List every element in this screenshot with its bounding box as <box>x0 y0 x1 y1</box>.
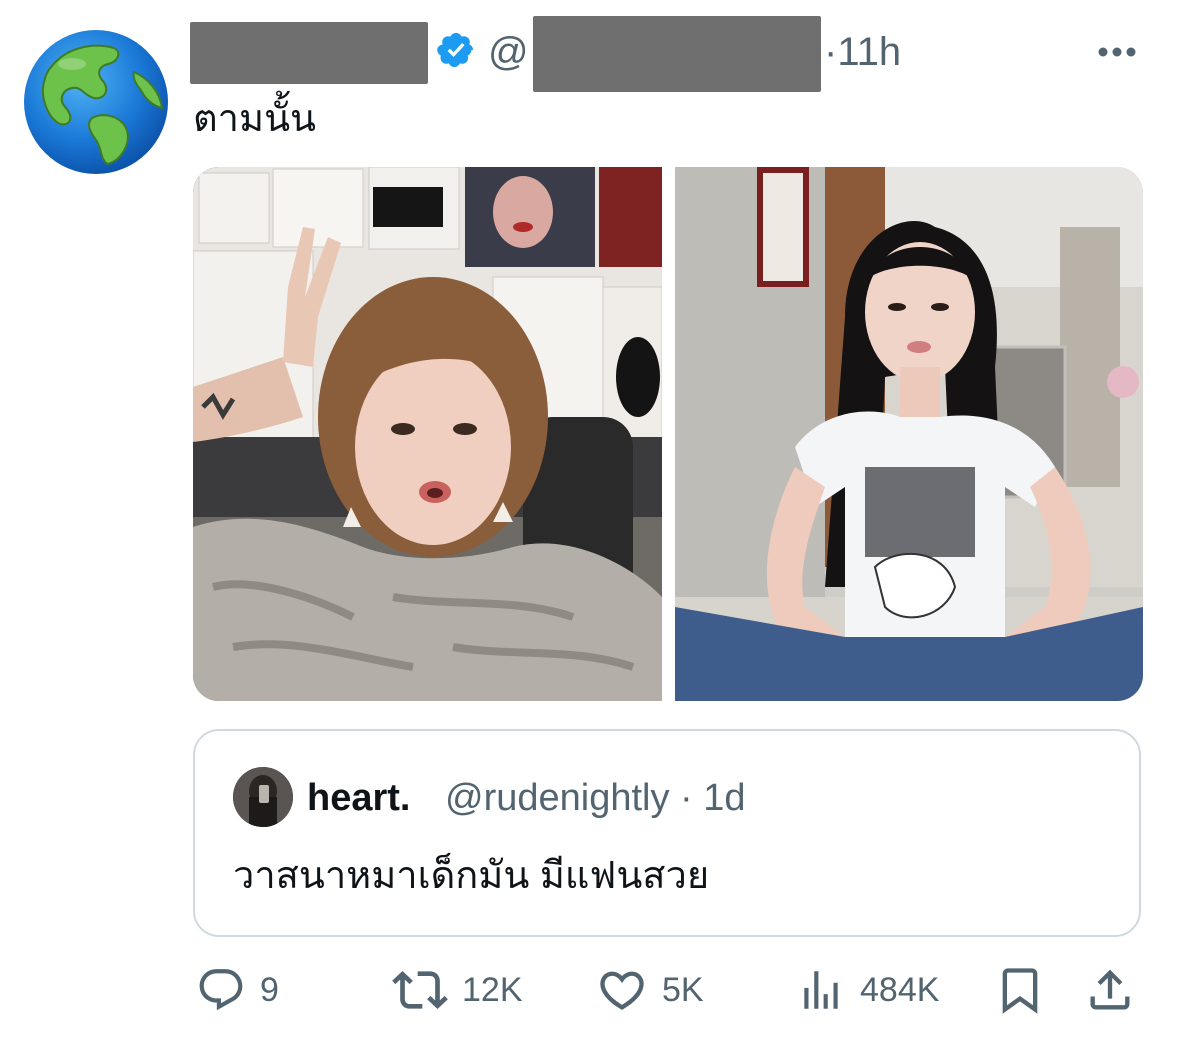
globe-icon <box>24 30 168 174</box>
like-button[interactable]: 5K <box>596 962 704 1018</box>
verified-badge-icon <box>436 30 476 70</box>
share-icon <box>1090 969 1130 1010</box>
retweet-icon <box>392 971 448 1009</box>
like-count: 5K <box>662 970 704 1009</box>
quoted-tweet-text: วาสนาหมาเด็กมัน มีแฟนสวย <box>233 855 710 897</box>
bookmark-button[interactable] <box>994 962 1046 1018</box>
bookmark-icon <box>1002 968 1038 1014</box>
reply-button[interactable]: 9 <box>196 962 279 1018</box>
author-name-redacted[interactable] <box>190 22 428 84</box>
views-button[interactable]: 484K <box>796 962 939 1018</box>
views-chart-icon <box>804 971 838 1009</box>
quoted-author-name[interactable]: heart. <box>307 775 410 821</box>
tweet-timestamp[interactable]: ·11h <box>824 28 901 76</box>
views-count: 484K <box>860 970 940 1009</box>
retweet-count: 12K <box>462 970 523 1009</box>
retweet-button[interactable]: 12K <box>392 962 523 1018</box>
heart-icon <box>600 971 644 1010</box>
reply-count: 9 <box>260 970 279 1009</box>
quoted-tweet-card[interactable]: heart. @rudenightly · 1d วาสนาหมาเด็กมัน… <box>193 729 1141 937</box>
author-handle-redacted[interactable] <box>533 16 821 92</box>
quoted-author-avatar[interactable] <box>233 767 293 827</box>
author-handle-prefix[interactable]: @ <box>488 28 529 76</box>
quoted-author-handle-time[interactable]: @rudenightly · 1d <box>445 775 746 821</box>
media-photo-right[interactable] <box>675 167 1143 701</box>
tweet-text: ตามนั้น <box>193 98 317 140</box>
share-button[interactable] <box>1084 962 1136 1018</box>
reply-icon <box>199 969 243 1011</box>
more-dots-icon[interactable] <box>1093 32 1141 72</box>
tweet-media[interactable] <box>193 167 1143 701</box>
media-photo-left[interactable] <box>193 167 662 701</box>
author-avatar[interactable] <box>22 28 170 176</box>
